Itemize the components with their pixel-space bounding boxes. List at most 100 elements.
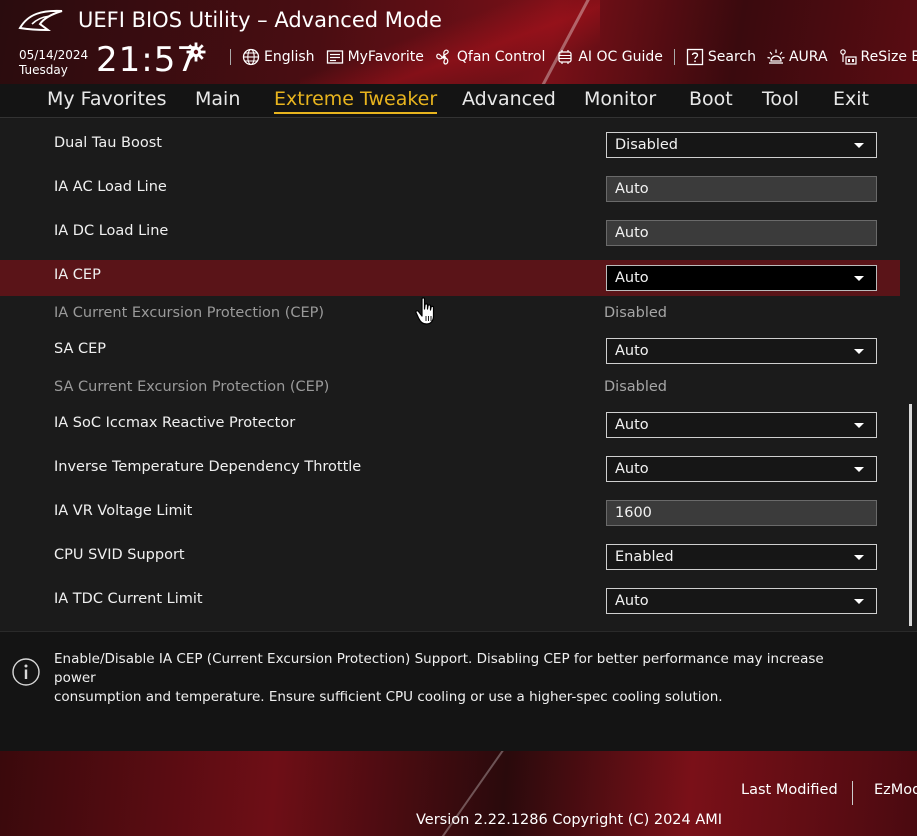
setting-row-ia-soc-iccmax-reactive-protector[interactable]: IA SoC Iccmax Reactive Protector Auto bbox=[0, 407, 900, 443]
help-panel: Enable/Disable IA CEP (Current Excursion… bbox=[0, 631, 917, 751]
chevron-down-icon bbox=[854, 467, 864, 472]
aura-button[interactable]: AURA bbox=[767, 48, 828, 66]
setting-row-sa-cep[interactable]: SA CEP Auto bbox=[0, 333, 900, 369]
qfan-control-button[interactable]: Qfan Control bbox=[435, 48, 545, 66]
date-display: 05/14/2024 Tuesday bbox=[19, 48, 88, 78]
tab-main[interactable]: Main bbox=[195, 88, 240, 110]
dual-tau-boost-dropdown[interactable]: Disabled bbox=[606, 132, 877, 158]
ia-tdc-current-limit-dropdown[interactable]: Auto bbox=[606, 588, 877, 614]
resize-bar-icon bbox=[839, 49, 857, 65]
qfan-control-label: Qfan Control bbox=[456, 49, 546, 65]
setting-label: IA SoC Iccmax Reactive Protector bbox=[54, 415, 296, 431]
tab-my-favorites[interactable]: My Favorites bbox=[47, 88, 167, 110]
toolbar: English MyFavorite Qfan Control AI OC Gu… bbox=[230, 46, 917, 68]
dropdown-value: Auto bbox=[615, 270, 649, 286]
setting-row-dual-tau-boost[interactable]: Dual Tau Boost Disabled bbox=[0, 127, 900, 163]
help-line: Enable/Disable IA CEP (Current Excursion… bbox=[54, 651, 824, 686]
setting-label: IA CEP bbox=[54, 267, 101, 283]
dropdown-value: Auto bbox=[615, 593, 649, 609]
setting-label: Inverse Temperature Dependency Throttle bbox=[54, 459, 362, 475]
chevron-down-icon bbox=[854, 555, 864, 560]
dropdown-value: Auto bbox=[615, 343, 649, 359]
myfavorite-label: MyFavorite bbox=[347, 49, 424, 65]
setting-label: Dual Tau Boost bbox=[54, 135, 162, 151]
search-label: Search bbox=[707, 49, 756, 65]
aura-label: AURA bbox=[788, 49, 828, 65]
last-modified-button[interactable]: Last Modified bbox=[741, 782, 838, 798]
tab-extreme-tweaker[interactable]: Extreme Tweaker bbox=[274, 88, 438, 114]
hand-cursor-icon bbox=[415, 297, 435, 325]
ia-cep-dropdown[interactable]: Auto bbox=[606, 265, 877, 291]
input-value: 1600 bbox=[615, 505, 652, 521]
search-button[interactable]: Search bbox=[686, 48, 756, 66]
setting-row-ia-cep-status: IA Current Excursion Protection (CEP) Di… bbox=[0, 299, 900, 335]
fan-icon bbox=[436, 49, 449, 65]
dropdown-value: Enabled bbox=[615, 549, 674, 565]
day-text: Tuesday bbox=[19, 63, 68, 77]
cpu-svid-support-dropdown[interactable]: Enabled bbox=[606, 544, 877, 570]
chevron-down-icon bbox=[854, 276, 864, 281]
resize-bar-label: ReSize BAR bbox=[860, 49, 917, 65]
language-button[interactable]: English bbox=[242, 48, 315, 66]
input-value: Auto bbox=[615, 225, 649, 241]
setting-label: IA Current Excursion Protection (CEP) bbox=[54, 305, 325, 321]
sa-cep-dropdown[interactable]: Auto bbox=[606, 338, 877, 364]
dropdown-value: Auto bbox=[615, 417, 649, 433]
date-text: 05/14/2024 bbox=[19, 48, 89, 62]
setting-label: IA VR Voltage Limit bbox=[54, 503, 193, 519]
main-navigation: My Favorites Main Extreme Tweaker Advanc… bbox=[0, 84, 917, 118]
aura-light-icon bbox=[767, 49, 785, 64]
setting-label: IA DC Load Line bbox=[54, 223, 169, 239]
info-icon bbox=[12, 658, 40, 686]
ia-soc-iccmax-dropdown[interactable]: Auto bbox=[606, 412, 877, 438]
gear-icon[interactable] bbox=[186, 42, 206, 62]
ai-chip-icon bbox=[558, 50, 572, 64]
settings-panel: Dual Tau Boost Disabled IA AC Load Line … bbox=[0, 119, 917, 631]
setting-label: IA AC Load Line bbox=[54, 179, 167, 195]
tab-advanced[interactable]: Advanced bbox=[462, 88, 556, 110]
chevron-down-icon bbox=[854, 143, 864, 148]
app-title: UEFI BIOS Utility – Advanced Mode bbox=[78, 8, 442, 32]
version-text: Version 2.22.1286 Copyright (C) 2024 AMI bbox=[416, 812, 723, 828]
tab-exit[interactable]: Exit bbox=[833, 88, 869, 110]
favorite-list-icon bbox=[326, 50, 343, 64]
scrollbar-thumb[interactable] bbox=[909, 404, 912, 626]
tab-boot[interactable]: Boot bbox=[689, 88, 733, 110]
globe-icon bbox=[242, 48, 260, 66]
rog-logo-icon bbox=[18, 9, 63, 32]
tab-tool[interactable]: Tool bbox=[762, 88, 799, 110]
status-value: Disabled bbox=[604, 379, 667, 395]
resize-bar-button[interactable]: ReSize BAR bbox=[839, 48, 917, 66]
setting-row-ia-ac-load-line[interactable]: IA AC Load Line Auto bbox=[0, 171, 900, 207]
toolbar-divider bbox=[230, 49, 231, 65]
chevron-down-icon bbox=[854, 599, 864, 604]
ia-ac-load-line-input[interactable]: Auto bbox=[606, 176, 877, 202]
footer-divider bbox=[852, 781, 853, 805]
input-value: Auto bbox=[615, 181, 649, 197]
language-label: English bbox=[264, 49, 315, 65]
myfavorite-button[interactable]: MyFavorite bbox=[326, 48, 424, 66]
ai-oc-guide-label: AI OC Guide bbox=[578, 49, 663, 65]
ia-dc-load-line-input[interactable]: Auto bbox=[606, 220, 877, 246]
setting-label: IA TDC Current Limit bbox=[54, 591, 203, 607]
tab-monitor[interactable]: Monitor bbox=[584, 88, 656, 110]
setting-row-ia-vr-voltage-limit[interactable]: IA VR Voltage Limit 1600 bbox=[0, 495, 900, 531]
dropdown-value: Auto bbox=[615, 461, 649, 477]
clock-display: 21:57 bbox=[96, 40, 199, 80]
setting-label: SA CEP bbox=[54, 341, 107, 357]
dropdown-value: Disabled bbox=[615, 137, 678, 153]
setting-row-ia-tdc-current-limit[interactable]: IA TDC Current Limit Auto bbox=[0, 583, 900, 619]
help-line: consumption and temperature. Ensure suff… bbox=[54, 689, 723, 705]
header-bar: UEFI BIOS Utility – Advanced Mode 05/14/… bbox=[0, 0, 917, 84]
setting-row-ia-cep[interactable]: IA CEP Auto bbox=[0, 260, 900, 296]
setting-row-sa-cep-status: SA Current Excursion Protection (CEP) Di… bbox=[0, 373, 900, 409]
ai-oc-guide-button[interactable]: AI OC Guide bbox=[556, 48, 663, 66]
status-value: Disabled bbox=[604, 305, 667, 321]
ezmode-button[interactable]: EzMode bbox=[874, 782, 917, 798]
setting-row-ia-dc-load-line[interactable]: IA DC Load Line Auto bbox=[0, 215, 900, 251]
help-description: Enable/Disable IA CEP (Current Excursion… bbox=[54, 650, 864, 707]
setting-row-cpu-svid-support[interactable]: CPU SVID Support Enabled bbox=[0, 539, 900, 575]
ia-vr-voltage-limit-input[interactable]: 1600 bbox=[606, 500, 877, 526]
inverse-temp-throttle-dropdown[interactable]: Auto bbox=[606, 456, 877, 482]
setting-row-inverse-temperature-throttle[interactable]: Inverse Temperature Dependency Throttle … bbox=[0, 451, 900, 487]
